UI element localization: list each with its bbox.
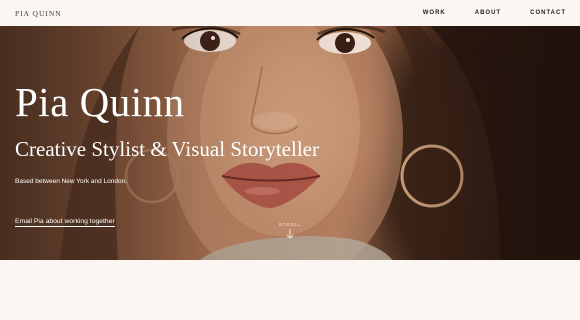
nav-contact[interactable]: CONTACT <box>530 10 566 16</box>
site-header: PIA QUINN WORK ABOUT CONTACT <box>0 0 580 26</box>
arrow-down-icon <box>286 229 294 239</box>
scroll-indicator[interactable]: SCROLL <box>272 222 308 239</box>
main-nav: WORK ABOUT CONTACT <box>423 10 566 16</box>
hero-subtitle: Creative Stylist & Visual Storyteller <box>15 137 319 161</box>
hero-location-text: Based between New York and London. <box>15 178 128 185</box>
content-section <box>0 260 580 320</box>
scroll-label: SCROLL <box>278 222 302 227</box>
hero-section: Pia Quinn Creative Stylist & Visual Stor… <box>0 26 580 260</box>
email-cta-link[interactable]: Email Pia about working together <box>15 218 115 227</box>
nav-about[interactable]: ABOUT <box>475 10 501 16</box>
brand-logo[interactable]: PIA QUINN <box>15 9 62 18</box>
nav-work[interactable]: WORK <box>423 10 446 16</box>
hero-title: Pia Quinn <box>15 79 185 125</box>
